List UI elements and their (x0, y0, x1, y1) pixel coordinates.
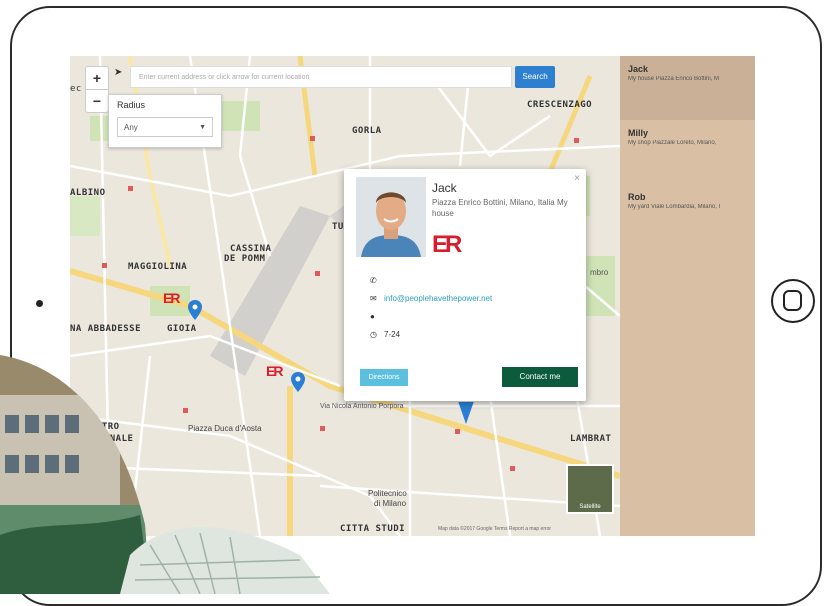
hours-value: 7-24 (384, 330, 401, 339)
locate-arrow-icon[interactable]: ➤ (114, 67, 122, 78)
zoom-in-button[interactable]: + (86, 67, 108, 90)
email-row: ✉ info@peoplehavethepower.net (370, 294, 492, 303)
satellite-toggle[interactable]: Satellite (566, 464, 614, 514)
list-item-name: Jack (628, 64, 649, 74)
radius-label: Radius (117, 100, 146, 110)
location-list: Jack My house Piazza Enrico Bottini, M M… (620, 56, 755, 536)
list-item-detail: My yard Viale Lombardia, Milano, I (628, 204, 721, 210)
map-label-gioia: GIOIA (167, 324, 197, 334)
clock-icon: ◷ (370, 330, 377, 339)
globe-icon: ● (370, 312, 375, 321)
popup-name: Jack (432, 181, 457, 195)
zoom-control: + − (85, 66, 109, 113)
info-popup: × Jack Piazza Enrico Bottini, Milano, It… (344, 169, 586, 401)
contact-me-button[interactable]: Contact me (502, 367, 578, 387)
map-label-tu: TU (332, 222, 344, 232)
search-button[interactable]: Search (515, 66, 555, 88)
phone-row: ✆ (370, 276, 384, 285)
avatar (356, 177, 426, 257)
list-item[interactable]: Rob My yard Viale Lombardia, Milano, I (620, 184, 755, 248)
list-item[interactable]: Milly My shop Piazzale Loreto, Milano, (620, 120, 755, 184)
chevron-down-icon: ▼ (199, 124, 206, 131)
list-item-name: Milly (628, 128, 649, 138)
camera-icon (36, 300, 43, 307)
map-label-ec: ec (70, 84, 82, 94)
list-item-name: Rob (628, 192, 646, 202)
website-row: ● (370, 312, 384, 321)
er-logo: ER (432, 231, 462, 258)
radius-selected-value: Any (124, 123, 138, 132)
map-label-politecnico: Politecnico (368, 489, 407, 498)
close-icon[interactable]: × (574, 173, 580, 184)
map-label-lambrate: LAMBRAT (570, 434, 612, 444)
map-label-citta-studi: CITTA STUDI (340, 524, 406, 534)
hours-row: ◷ 7-24 (370, 330, 400, 339)
home-button[interactable] (771, 279, 815, 323)
map-label-crescenzago: CRESCENZAGO (527, 100, 593, 110)
email-link[interactable]: info@peoplehavethepower.net (384, 294, 492, 303)
phone-icon: ✆ (370, 276, 377, 285)
map-label-mbro: mbro (590, 268, 609, 277)
satellite-label: Satellite (579, 504, 601, 510)
map-attribution: Map data ©2017 Google Terms Report a map… (438, 526, 552, 532)
list-item-detail: My house Piazza Enrico Bottini, M (628, 76, 720, 82)
map-pin-icon[interactable] (458, 402, 474, 424)
map-label-abbadesse: NA ABBADESSE (70, 324, 142, 334)
search-input[interactable]: Enter current address or click arrow for… (130, 66, 512, 88)
list-item-detail: My shop Piazzale Loreto, Milano, (628, 140, 717, 146)
map-label-di-milano: di Milano (374, 499, 407, 508)
list-item[interactable]: Jack My house Piazza Enrico Bottini, M (620, 56, 755, 120)
directions-button[interactable]: Directions (360, 369, 408, 386)
radius-panel: Radius Any ▼ (108, 94, 222, 148)
map-pin-icon[interactable] (188, 300, 202, 320)
map-label-de-pomm: DE POMM (224, 254, 266, 264)
radius-select[interactable]: Any ▼ (117, 117, 213, 137)
zoom-out-button[interactable]: − (86, 90, 108, 112)
envelope-icon: ✉ (370, 294, 377, 303)
map-label-cassina: CASSINA (230, 244, 272, 254)
map-label-via-nicola: Via Nicola Antonio Porpora (320, 403, 404, 410)
map-label-gorla: GORLA (352, 126, 382, 136)
popup-address: Piazza Enrico Bottini, Milano, Italia My… (432, 198, 568, 218)
er-logo-marker: ER (163, 290, 181, 306)
decorative-photo (0, 355, 330, 594)
map-label-maggiolina: MAGGIOLINA (128, 262, 188, 272)
map-label-albino: ALBINO (70, 188, 106, 198)
